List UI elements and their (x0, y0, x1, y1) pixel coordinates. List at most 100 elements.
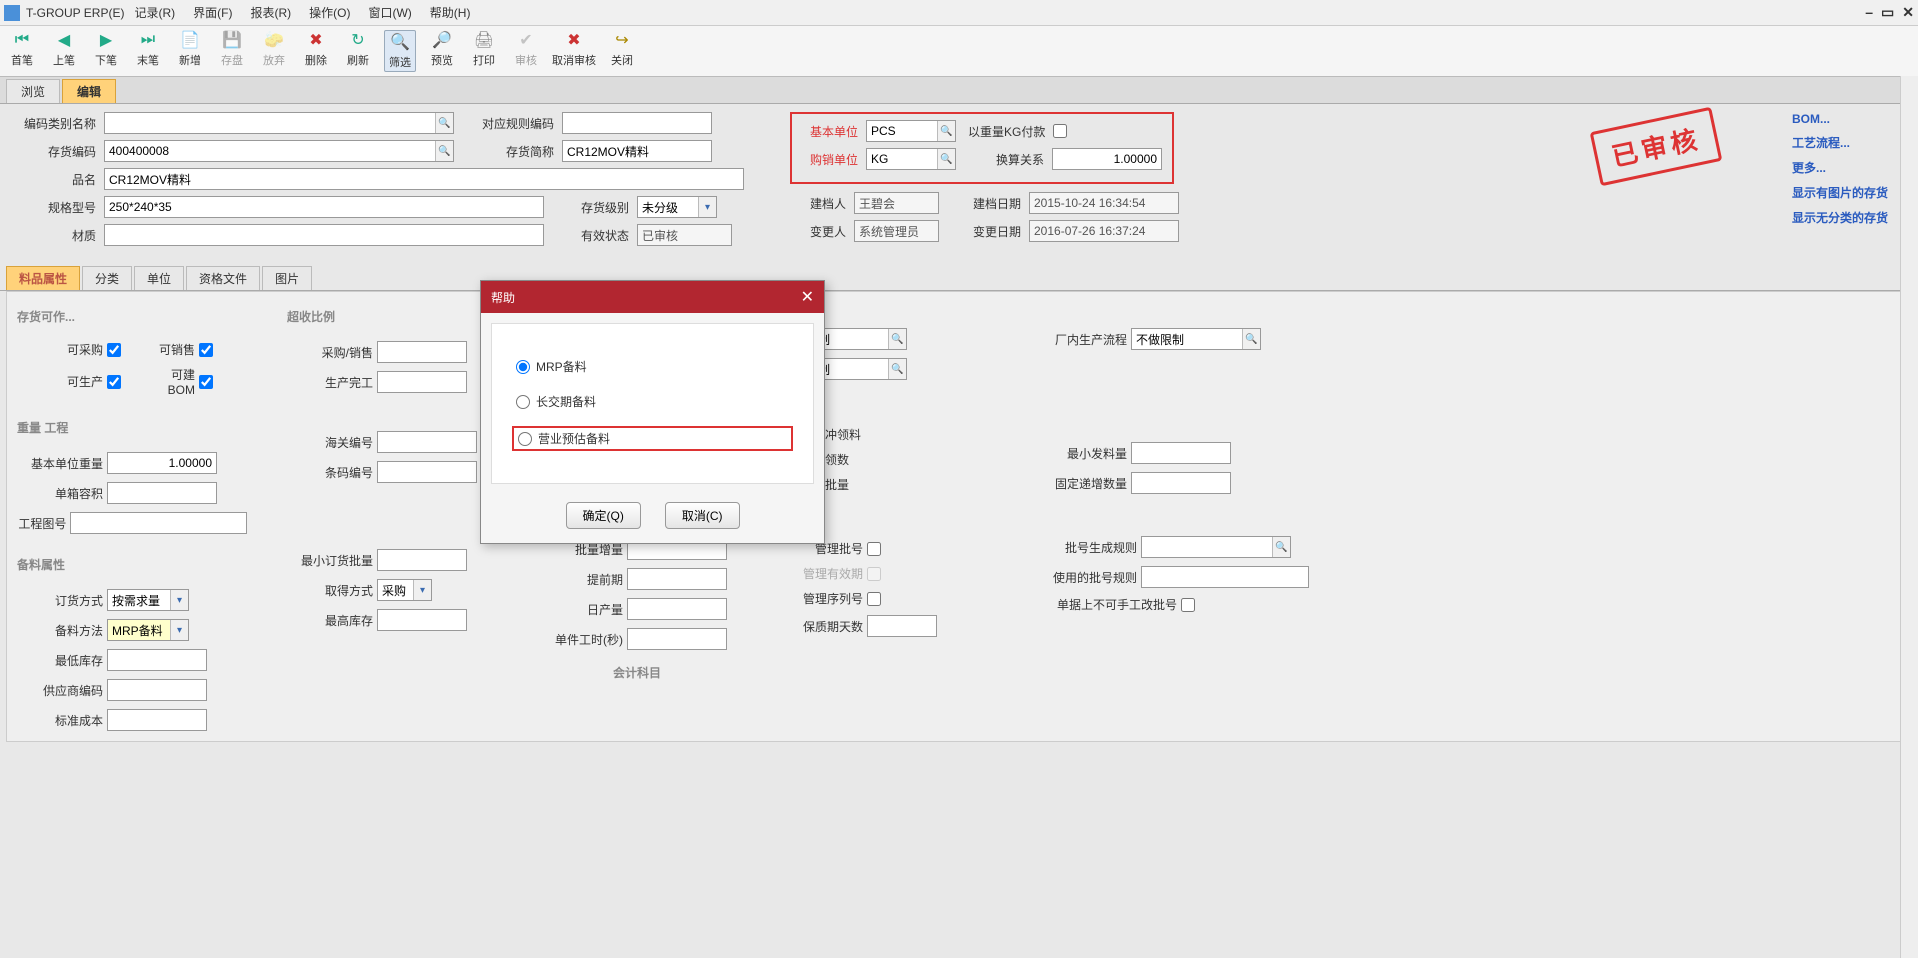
label-std-cost: 标准成本 (17, 712, 103, 729)
input-unit-sec[interactable] (627, 628, 727, 650)
input-barcode[interactable] (377, 461, 477, 483)
tab-edit[interactable]: 编辑 (62, 79, 116, 103)
minimize-icon[interactable]: – (1865, 4, 1873, 21)
link-bom[interactable]: BOM... (1792, 112, 1888, 126)
menu-operation[interactable]: 操作(O) (301, 2, 358, 23)
checkbox-mg-serial[interactable] (867, 592, 881, 606)
toolbar-预览[interactable]: 🔎预览 (426, 30, 458, 72)
subtab-unit[interactable]: 单位 (134, 266, 184, 290)
input-day-prod[interactable] (627, 598, 727, 620)
toolbar-下笔[interactable]: ▶下笔 (90, 30, 122, 72)
toolbar-筛选[interactable]: 🔍筛选 (384, 30, 416, 72)
input-material[interactable] (104, 224, 544, 246)
lookup-icon[interactable]: 🔍 (937, 149, 955, 169)
lookup-icon[interactable]: 🔍 (888, 329, 906, 349)
input-used-batch[interactable] (1141, 566, 1309, 588)
checkbox-purchasable[interactable] (107, 343, 121, 357)
label-producible: 可生产 (17, 373, 103, 390)
checkbox-weight-pay[interactable] (1053, 124, 1067, 138)
input-rule-code[interactable] (562, 112, 712, 134)
input-stock-short[interactable] (562, 140, 712, 162)
menu-record[interactable]: 记录(R) (126, 2, 183, 23)
input-std-cost[interactable] (107, 709, 207, 731)
checkbox-mg-batch[interactable] (867, 542, 881, 556)
dialog-option-longlead[interactable]: 长交期备料 (512, 391, 793, 412)
checkbox-sellable[interactable] (199, 343, 213, 357)
input-minsend[interactable] (1131, 442, 1231, 464)
lookup-icon[interactable]: 🔍 (1242, 329, 1260, 349)
toolbar-新增[interactable]: 📄新增 (174, 30, 206, 72)
input-over-prodfin[interactable] (377, 371, 467, 393)
menu-report[interactable]: 报表(R) (242, 2, 299, 23)
subtab-image[interactable]: 图片 (262, 266, 312, 290)
link-process[interactable]: 工艺流程... (1792, 134, 1888, 151)
checkbox-producible[interactable] (107, 375, 121, 389)
close-icon[interactable]: ✕ (1902, 4, 1914, 21)
radio-mrp[interactable] (516, 360, 530, 374)
toolbar-label: 取消审核 (552, 52, 596, 68)
input-customs[interactable] (377, 431, 477, 453)
dropdown-icon[interactable]: ▾ (413, 580, 431, 600)
toolbar-刷新[interactable]: ↻刷新 (342, 30, 374, 72)
toolbar-label: 关闭 (611, 52, 633, 68)
subtab-material-attr[interactable]: 料品属性 (6, 266, 80, 290)
checkbox-nomodify[interactable] (1181, 598, 1195, 612)
link-with-image[interactable]: 显示有图片的存货 (1792, 184, 1888, 201)
toolbar-删除[interactable]: ✖删除 (300, 30, 332, 72)
dropdown-icon[interactable]: ▾ (170, 590, 188, 610)
link-no-category[interactable]: 显示无分类的存货 (1792, 209, 1888, 226)
dropdown-icon[interactable]: ▾ (170, 620, 188, 640)
input-code-class[interactable] (104, 112, 454, 134)
toolbar-icon: ▶ (96, 30, 116, 50)
input-name[interactable] (104, 168, 744, 190)
radio-forecast[interactable] (518, 432, 532, 446)
input-drawing[interactable] (70, 512, 247, 534)
lookup-icon[interactable]: 🔍 (937, 121, 955, 141)
menu-help[interactable]: 帮助(H) (422, 2, 479, 23)
toolbar-取消审核[interactable]: ✖取消审核 (552, 30, 596, 72)
tab-browse[interactable]: 浏览 (6, 79, 60, 103)
lookup-icon[interactable]: 🔍 (435, 141, 453, 161)
dropdown-icon[interactable]: ▾ (698, 197, 716, 217)
input-max-stock[interactable] (377, 609, 467, 631)
dialog-close-icon[interactable]: ✕ (801, 287, 814, 307)
input-lead[interactable] (627, 568, 727, 590)
toolbar-icon: ⏭ (138, 30, 158, 50)
input-min-order[interactable] (377, 549, 467, 571)
label-level: 存货级别 (558, 199, 633, 216)
menu-interface[interactable]: 界面(F) (185, 2, 240, 23)
menu-window[interactable]: 窗口(W) (360, 2, 419, 23)
toolbar-首笔[interactable]: ⏮首笔 (6, 30, 38, 72)
input-base-weight[interactable] (107, 452, 217, 474)
dialog-option-forecast[interactable]: 营业预估备料 (512, 426, 793, 451)
input-min-stock[interactable] (107, 649, 207, 671)
subtab-qualification[interactable]: 资格文件 (186, 266, 260, 290)
scrollbar-vertical[interactable] (1900, 76, 1918, 958)
input-batch-rule[interactable] (1141, 536, 1291, 558)
lookup-icon[interactable]: 🔍 (888, 359, 906, 379)
input-shelf-days[interactable] (867, 615, 937, 637)
label-min-stock: 最低库存 (17, 652, 103, 669)
label-creator: 建档人 (790, 195, 850, 212)
input-box[interactable] (107, 482, 217, 504)
dialog-option-mrp[interactable]: MRP备料 (512, 356, 793, 377)
lookup-icon[interactable]: 🔍 (435, 113, 453, 133)
input-stock-code[interactable] (104, 140, 454, 162)
radio-longlead[interactable] (516, 395, 530, 409)
input-supplier[interactable] (107, 679, 207, 701)
input-incstep[interactable] (1131, 472, 1231, 494)
maximize-icon[interactable]: ▭ (1881, 4, 1894, 21)
toolbar-关闭[interactable]: ↪关闭 (606, 30, 638, 72)
subtab-category[interactable]: 分类 (82, 266, 132, 290)
toolbar-上笔[interactable]: ◀上笔 (48, 30, 80, 72)
lookup-icon[interactable]: 🔍 (1272, 537, 1290, 557)
toolbar-打印[interactable]: 🖨打印 (468, 30, 500, 72)
dialog-cancel-button[interactable]: 取消(C) (665, 502, 740, 529)
input-over-buysale[interactable] (377, 341, 467, 363)
input-ratio[interactable] (1052, 148, 1162, 170)
checkbox-buildbom[interactable] (199, 375, 213, 389)
dialog-ok-button[interactable]: 确定(Q) (566, 502, 641, 529)
input-spec[interactable] (104, 196, 544, 218)
link-more[interactable]: 更多... (1792, 159, 1888, 176)
toolbar-末笔[interactable]: ⏭末笔 (132, 30, 164, 72)
